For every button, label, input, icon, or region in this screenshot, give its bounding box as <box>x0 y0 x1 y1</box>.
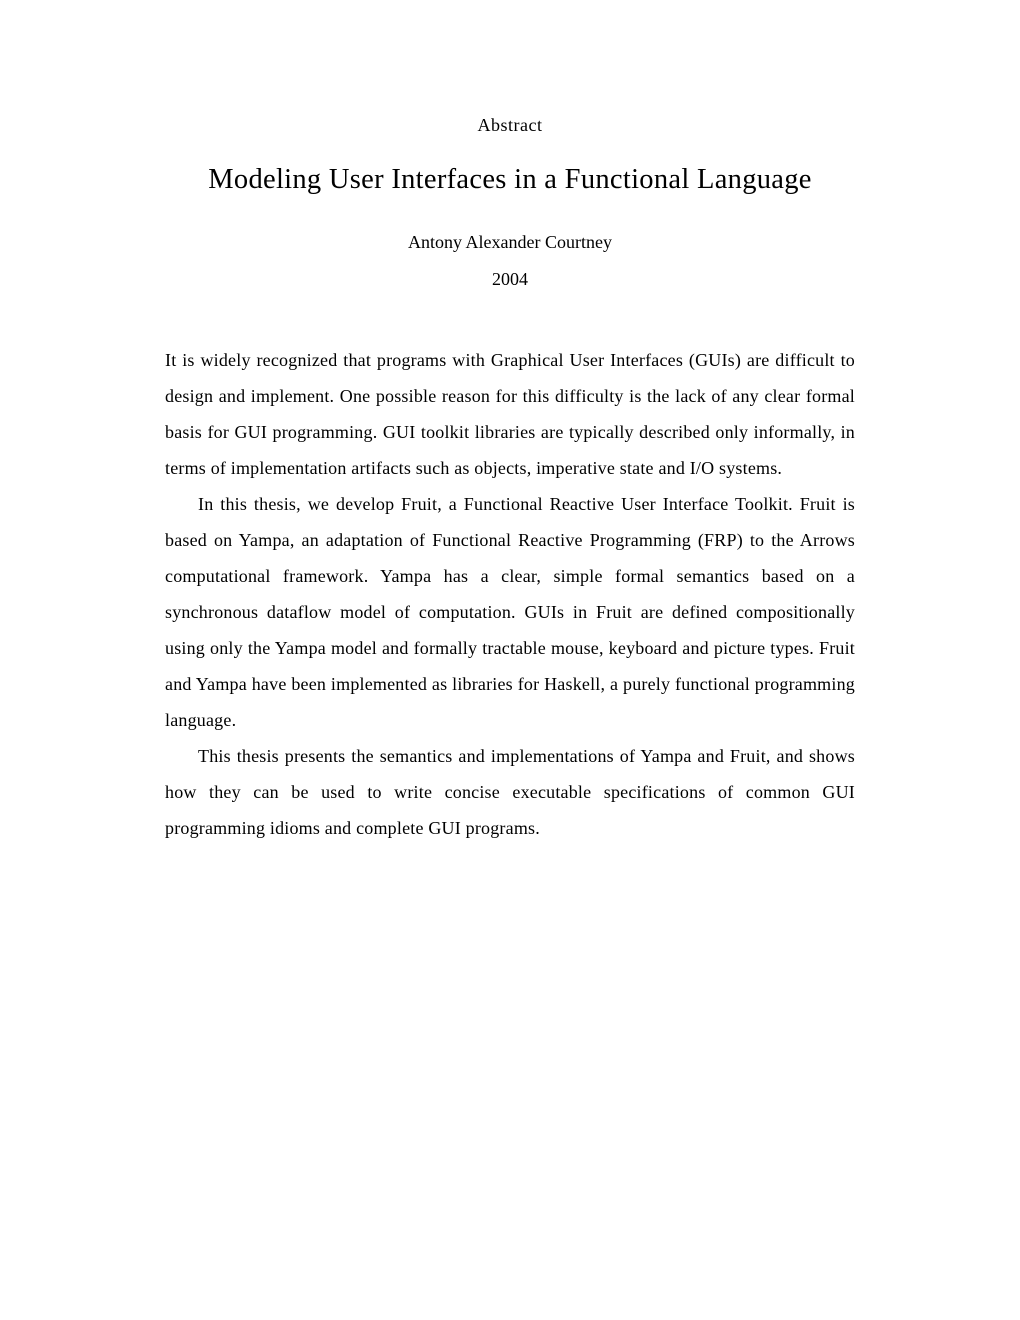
page-title: Modeling User Interfaces in a Functional… <box>165 164 855 196</box>
publication-year: 2004 <box>165 269 855 290</box>
paragraph-2: In this thesis, we develop Fruit, a Func… <box>165 486 855 738</box>
abstract-label: Abstract <box>165 115 855 136</box>
paragraph-1: It is widely recognized that programs wi… <box>165 342 855 486</box>
document-page: Abstract Modeling User Interfaces in a F… <box>0 0 1020 1320</box>
abstract-body: It is widely recognized that programs wi… <box>165 342 855 846</box>
author-name: Antony Alexander Courtney <box>165 232 855 253</box>
paragraph-3: This thesis presents the semantics and i… <box>165 738 855 846</box>
